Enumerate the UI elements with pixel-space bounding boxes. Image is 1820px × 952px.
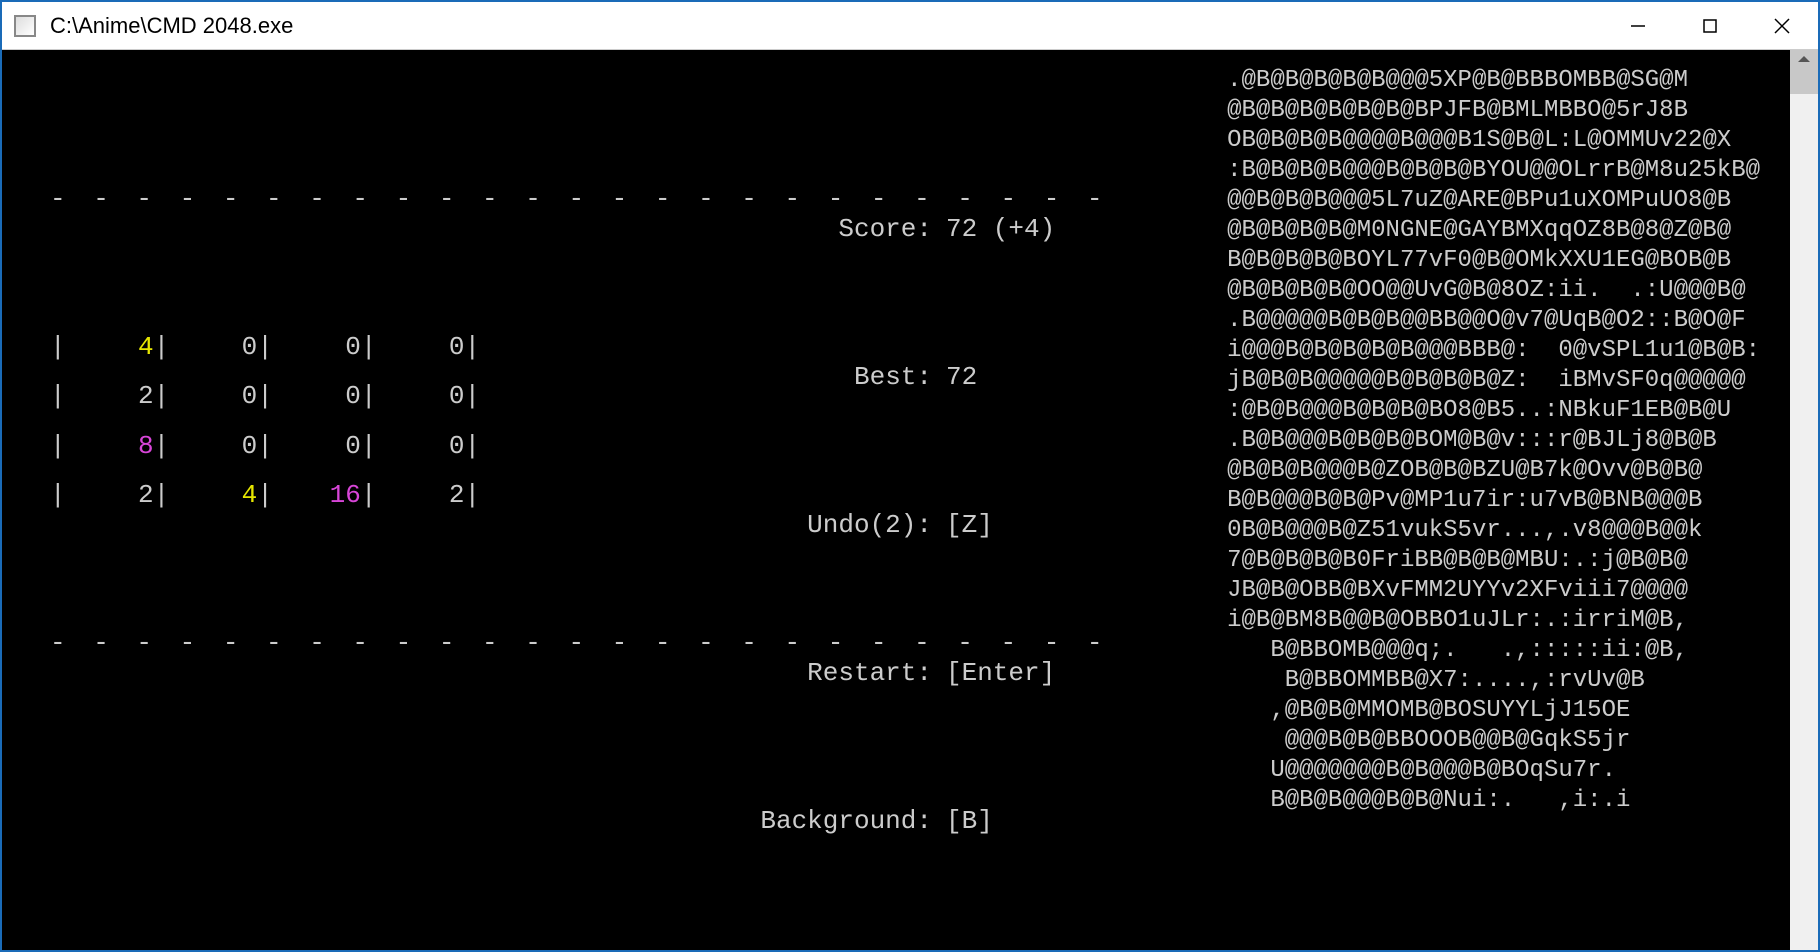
maximize-button[interactable] bbox=[1674, 2, 1746, 49]
score-label: Score: bbox=[602, 205, 932, 254]
board-cell: 8 bbox=[66, 422, 154, 471]
score-value: 72 (+4) bbox=[932, 205, 1055, 254]
background-value: [B] bbox=[932, 797, 993, 846]
board-cell: 2 bbox=[376, 471, 464, 520]
board-cell: 16 bbox=[273, 471, 361, 520]
board-cell: 4 bbox=[169, 471, 257, 520]
cell-divider: | bbox=[361, 471, 377, 520]
undo-label: Undo(2): bbox=[602, 501, 932, 550]
cell-divider: | bbox=[50, 372, 66, 421]
window-titlebar: C:\Anime\CMD 2048.exe bbox=[2, 2, 1818, 50]
cell-divider: | bbox=[464, 323, 480, 372]
cell-divider: | bbox=[154, 422, 170, 471]
cell-divider: | bbox=[50, 471, 66, 520]
cell-divider: | bbox=[257, 422, 273, 471]
board-cell: 0 bbox=[273, 372, 361, 421]
cell-divider: | bbox=[257, 372, 273, 421]
best-label: Best: bbox=[602, 353, 932, 402]
cell-divider: | bbox=[50, 323, 66, 372]
restart-value: [Enter] bbox=[932, 649, 1055, 698]
app-icon bbox=[14, 15, 36, 37]
restart-label: Restart: bbox=[602, 649, 932, 698]
background-label: Background: bbox=[602, 797, 932, 846]
board-cell: 4 bbox=[66, 323, 154, 372]
cell-divider: | bbox=[154, 372, 170, 421]
vertical-scrollbar[interactable] bbox=[1790, 50, 1818, 950]
board-cell: 0 bbox=[376, 422, 464, 471]
minimize-button[interactable] bbox=[1602, 2, 1674, 49]
cell-divider: | bbox=[257, 471, 273, 520]
board-cell: 0 bbox=[273, 323, 361, 372]
close-icon bbox=[1773, 17, 1791, 35]
minimize-icon bbox=[1629, 17, 1647, 35]
board-cell: 0 bbox=[169, 323, 257, 372]
cell-divider: | bbox=[257, 323, 273, 372]
board-cell: 0 bbox=[169, 422, 257, 471]
cell-divider: | bbox=[154, 471, 170, 520]
board-cell: 2 bbox=[66, 471, 154, 520]
board-cell: 0 bbox=[169, 372, 257, 421]
ascii-art: .@B@B@B@B@B@@@5XP@B@BBBOMBB@SG@M @B@B@B@… bbox=[1227, 66, 1760, 816]
cell-divider: | bbox=[361, 372, 377, 421]
scrollbar-thumb[interactable] bbox=[1790, 50, 1818, 94]
console-output[interactable]: - - - - - - - - - - - - - - - - - - - - … bbox=[2, 50, 1790, 950]
window-controls bbox=[1602, 2, 1818, 49]
board-cell: 0 bbox=[376, 372, 464, 421]
maximize-icon bbox=[1702, 18, 1718, 34]
cell-divider: | bbox=[464, 471, 480, 520]
cell-divider: | bbox=[154, 323, 170, 372]
close-button[interactable] bbox=[1746, 2, 1818, 49]
cell-divider: | bbox=[361, 422, 377, 471]
cell-divider: | bbox=[361, 323, 377, 372]
console-container: - - - - - - - - - - - - - - - - - - - - … bbox=[2, 50, 1818, 950]
board-cell: 0 bbox=[376, 323, 464, 372]
info-panel: Score: 72 (+4) Best: 72 Undo(2): [Z] Res… bbox=[602, 106, 1055, 946]
cell-divider: | bbox=[464, 372, 480, 421]
cell-divider: | bbox=[464, 422, 480, 471]
cell-divider: | bbox=[50, 422, 66, 471]
undo-value: [Z] bbox=[932, 501, 993, 550]
window-title: C:\Anime\CMD 2048.exe bbox=[50, 13, 1602, 39]
best-value: 72 bbox=[932, 353, 977, 402]
board-cell: 0 bbox=[273, 422, 361, 471]
board-cell: 2 bbox=[66, 372, 154, 421]
